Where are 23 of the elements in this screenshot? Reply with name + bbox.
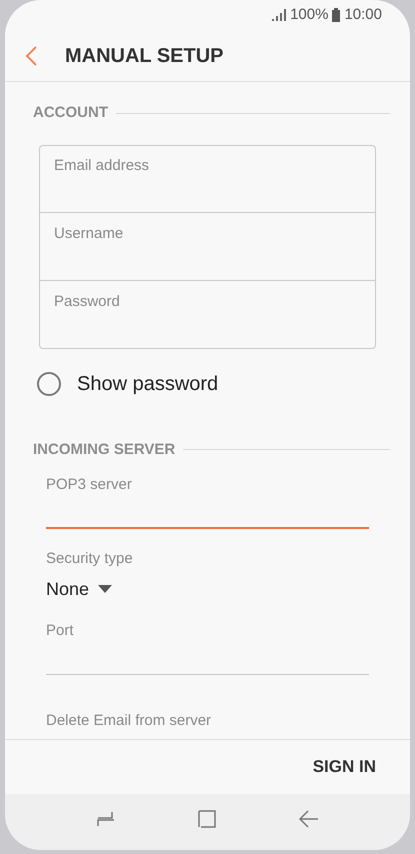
page-title: MANUAL SETUP [65,44,224,68]
recent-apps-icon[interactable] [96,811,116,827]
option-label: Show password [77,372,218,396]
field-label: Delete Email from server [46,711,212,731]
text-field[interactable]: Password [39,280,376,348]
home-icon[interactable] [197,809,218,829]
radio-button[interactable] [37,372,61,396]
section-heading: INCOMING SERVER [33,440,176,460]
back-nav-icon[interactable] [299,810,320,828]
signal-icon [272,9,286,21]
clock: 10:00 [344,4,382,25]
field-label: POP3 server [46,475,133,495]
caret-icon [97,584,114,594]
field-label: Security type [46,549,134,569]
back-icon [25,46,37,66]
text-field[interactable]: Username [39,212,376,280]
dropdown[interactable]: None [46,577,114,601]
field-label: Port [46,621,75,641]
sign-in-button[interactable]: SIGN IN [312,754,376,780]
text-field[interactable]: Email address [39,144,376,212]
battery-icon [332,8,340,22]
battery-level: 100% [290,4,328,25]
section-heading: ACCOUNT [33,103,108,123]
